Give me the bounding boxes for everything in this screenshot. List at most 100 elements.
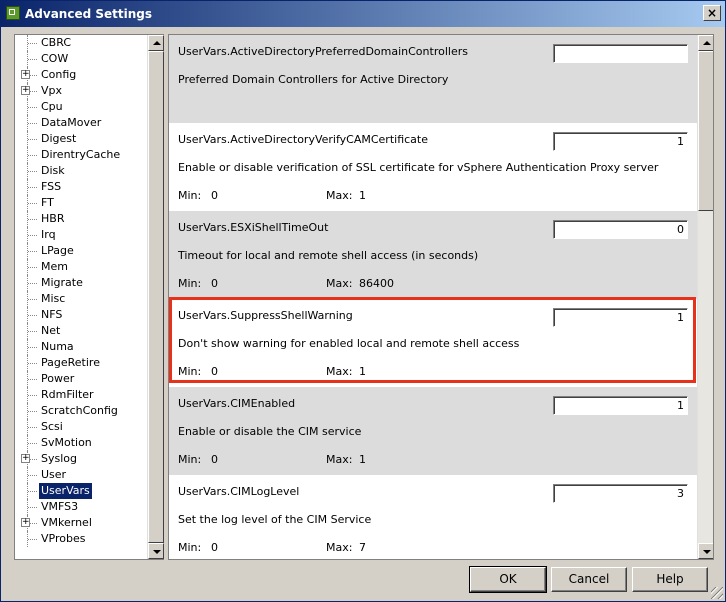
settings-scroll-down-button[interactable]: [698, 543, 713, 559]
tree-item-hbr[interactable]: HBR: [15, 211, 148, 227]
min-value: 0: [211, 541, 218, 554]
setting-description: Set the log level of the CIM Service: [178, 513, 372, 526]
settings-tree: CBRC COW + Config + Vpx Cpu DataMover Digest Dire…: [14, 34, 164, 560]
setting-value-field[interactable]: 0: [553, 220, 688, 239]
tree-scrollbar[interactable]: [147, 35, 164, 559]
max-label: Max:: [326, 541, 353, 554]
tree-item-nfs[interactable]: NFS: [15, 307, 148, 323]
tree-connector: [27, 195, 38, 211]
setting-value-field[interactable]: 1: [553, 132, 688, 151]
setting-name: UserVars.ESXiShellTimeOut: [178, 221, 329, 234]
tree-connector: [27, 355, 38, 371]
tree-item-ft[interactable]: FT: [15, 195, 148, 211]
settings-list: UserVars.CIMLogLevel Set the log level of…: [168, 34, 714, 560]
tree-item-label: Scsi: [41, 420, 63, 433]
close-button[interactable]: ×: [703, 5, 721, 21]
arrow-down-icon: [153, 550, 161, 554]
ok-button[interactable]: OK: [469, 566, 547, 593]
tree-item-label: Numa: [41, 340, 74, 353]
tree-item-label: COW: [41, 52, 69, 65]
setting-row: UserVars.SuppressShellWarning Don't show …: [169, 299, 697, 387]
tree-item-datamover[interactable]: DataMover: [15, 115, 148, 131]
tree-item-user[interactable]: User: [15, 467, 148, 483]
tree-item-cow[interactable]: COW: [15, 51, 148, 67]
tree-item-disk[interactable]: Disk: [15, 163, 148, 179]
tree-item-mem[interactable]: Mem: [15, 259, 148, 275]
tree-item-label: Misc: [41, 292, 66, 305]
tree-item-label: UserVars: [39, 483, 92, 499]
tree-item-vprobes[interactable]: VProbes: [15, 531, 148, 547]
tree-item-label: DataMover: [41, 116, 102, 129]
tree-item-label: CBRC: [41, 36, 72, 49]
tree-connector: [27, 131, 38, 147]
tree-item-svmotion[interactable]: SvMotion: [15, 435, 148, 451]
min-value: 0: [211, 365, 218, 378]
tree-item-vmfs3[interactable]: VMFS3: [15, 499, 148, 515]
tree-item-migrate[interactable]: Migrate: [15, 275, 148, 291]
setting-row: UserVars.ActiveDirectoryVerifyCAMCertifi…: [169, 123, 697, 211]
min-label: Min:: [178, 277, 202, 290]
setting-row: UserVars.CIMEnabled Enable or disable the…: [169, 387, 697, 475]
tree-item-numa[interactable]: Numa: [15, 339, 148, 355]
tree-connector: [27, 435, 38, 451]
tree-connector: [27, 51, 38, 67]
arrow-up-icon: [153, 41, 161, 45]
tree-item-lpage[interactable]: LPage: [15, 243, 148, 259]
tree-item-label: NFS: [41, 308, 63, 321]
tree-item-direntrycache[interactable]: DirentryCache: [15, 147, 148, 163]
cancel-button[interactable]: Cancel: [551, 567, 627, 592]
tree-item-label: SvMotion: [41, 436, 92, 449]
setting-value-field[interactable]: 1: [553, 308, 688, 327]
tree-item-rdmfilter[interactable]: RdmFilter: [15, 387, 148, 403]
help-button[interactable]: Help: [632, 567, 708, 592]
setting-name: UserVars.CIMEnabled: [178, 397, 296, 410]
tree-item-label: Mem: [41, 260, 68, 273]
tree-scroll-up-button[interactable]: [148, 35, 164, 51]
tree-item-misc[interactable]: Misc: [15, 291, 148, 307]
tree-connector: [27, 211, 38, 227]
tree-item-scsi[interactable]: Scsi: [15, 419, 148, 435]
app-icon: [6, 6, 20, 20]
tree-item-uservars[interactable]: UserVars: [15, 483, 148, 499]
setting-value-field[interactable]: 1: [553, 396, 688, 415]
expand-icon[interactable]: +: [21, 70, 30, 79]
tree-item-vmkernel[interactable]: + VMkernel: [15, 515, 148, 531]
tree-item-vpx[interactable]: + Vpx: [15, 83, 148, 99]
tree-item-cpu[interactable]: Cpu: [15, 99, 148, 115]
setting-name: UserVars.CIMLogLevel: [178, 485, 300, 498]
setting-value-field[interactable]: [553, 44, 688, 63]
expand-icon[interactable]: +: [21, 518, 30, 527]
tree-item-power[interactable]: Power: [15, 371, 148, 387]
tree-scroll-down-button[interactable]: [148, 543, 164, 559]
min-label: Min:: [178, 453, 202, 466]
title-bar[interactable]: Advanced Settings ×: [1, 1, 725, 27]
tree-connector: [27, 35, 38, 51]
settings-scroll-thumb[interactable]: [698, 51, 713, 211]
expand-icon[interactable]: +: [21, 454, 30, 463]
settings-scrollbar[interactable]: [697, 35, 713, 559]
tree-item-label: HBR: [41, 212, 65, 225]
max-value: 7: [359, 541, 366, 554]
tree-item-net[interactable]: Net: [15, 323, 148, 339]
tree-item-fss[interactable]: FSS: [15, 179, 148, 195]
expand-icon[interactable]: +: [21, 86, 30, 95]
tree-connector: [27, 387, 38, 403]
min-value: 0: [211, 189, 218, 202]
tree-item-pageretire[interactable]: PageRetire: [15, 355, 148, 371]
setting-description: Don't show warning for enabled local and…: [178, 337, 520, 350]
resize-grip-icon[interactable]: [711, 587, 723, 599]
tree-item-config[interactable]: + Config: [15, 67, 148, 83]
tree-connector: [27, 275, 38, 291]
setting-name: UserVars.ActiveDirectoryVerifyCAMCertifi…: [178, 133, 428, 146]
tree-scroll-thumb[interactable]: [148, 51, 164, 543]
settings-scroll-up-button[interactable]: [698, 35, 713, 51]
tree-item-digest[interactable]: Digest: [15, 131, 148, 147]
tree-item-cbrc[interactable]: CBRC: [15, 35, 148, 51]
tree-item-label: Irq: [41, 228, 56, 241]
max-value: 1: [359, 189, 366, 202]
setting-value-field[interactable]: 3: [553, 484, 688, 503]
tree-item-irq[interactable]: Irq: [15, 227, 148, 243]
tree-item-scratchconfig[interactable]: ScratchConfig: [15, 403, 148, 419]
tree-item-syslog[interactable]: + Syslog: [15, 451, 148, 467]
tree-item-label: VMFS3: [41, 500, 79, 513]
